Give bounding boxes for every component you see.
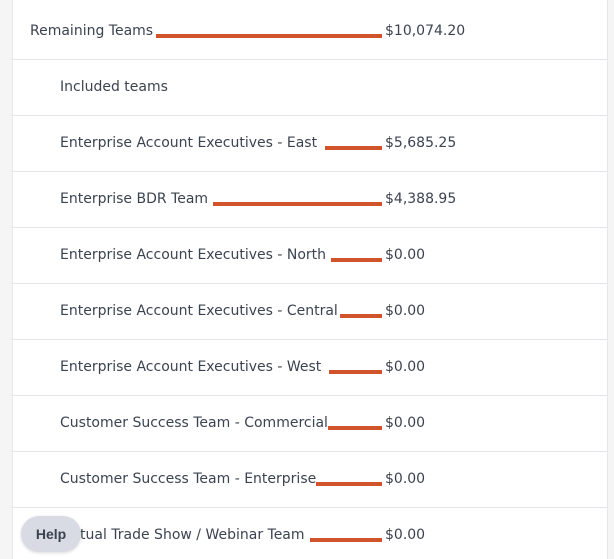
team-bar xyxy=(213,202,382,206)
team-bar xyxy=(331,258,382,262)
team-breakdown-panel: Remaining Teams $10,074.20 Included team… xyxy=(12,0,608,559)
team-value: $0.00 xyxy=(385,359,426,375)
summary-row[interactable]: Remaining Teams $10,074.20 xyxy=(13,4,607,60)
team-row[interactable]: Enterprise Account Executives - North $0… xyxy=(13,228,607,284)
team-value: $0.00 xyxy=(385,415,426,431)
team-name: Enterprise Account Executives - West xyxy=(60,359,322,375)
summary-bar xyxy=(156,34,382,38)
team-bar xyxy=(329,370,382,374)
team-row[interactable]: Enterprise BDR Team $4,388.95 xyxy=(13,172,607,228)
team-name: Enterprise Account Executives - North xyxy=(60,247,327,263)
team-name: Enterprise Account Executives - Central xyxy=(60,303,338,319)
team-row[interactable]: Enterprise Account Executives - East $5,… xyxy=(13,116,607,172)
team-bar xyxy=(325,146,382,150)
team-name: Customer Success Team - Enterprise xyxy=(60,471,317,487)
team-name: tual Trade Show / Webinar Team xyxy=(80,527,305,543)
team-bar xyxy=(310,538,382,542)
team-bar xyxy=(340,314,382,318)
team-value: $0.00 xyxy=(385,303,426,319)
help-button[interactable]: Help xyxy=(21,516,81,552)
included-teams-header: Included teams xyxy=(13,60,607,116)
summary-label: Remaining Teams xyxy=(30,23,154,39)
team-name: Enterprise Account Executives - East xyxy=(60,135,318,151)
team-bar xyxy=(316,482,382,486)
team-row[interactable]: Enterprise Account Executives - West $0.… xyxy=(13,340,607,396)
team-row[interactable]: Customer Success Team - Enterprise $0.00 xyxy=(13,452,607,508)
team-bar xyxy=(328,426,382,430)
team-value: $5,685.25 xyxy=(385,135,457,151)
team-value: $0.00 xyxy=(385,247,426,263)
team-row[interactable]: tual Trade Show / Webinar Team $0.00 xyxy=(13,508,607,559)
section-label: Included teams xyxy=(60,79,168,95)
team-row[interactable]: Enterprise Account Executives - Central … xyxy=(13,284,607,340)
team-value: $0.00 xyxy=(385,471,426,487)
team-name: Customer Success Team - Commercial xyxy=(60,415,328,431)
summary-value: $10,074.20 xyxy=(385,23,466,39)
team-value: $4,388.95 xyxy=(385,191,457,207)
team-name: Enterprise BDR Team xyxy=(60,191,209,207)
team-value: $0.00 xyxy=(385,527,426,543)
team-row[interactable]: Customer Success Team - Commercial $0.00 xyxy=(13,396,607,452)
